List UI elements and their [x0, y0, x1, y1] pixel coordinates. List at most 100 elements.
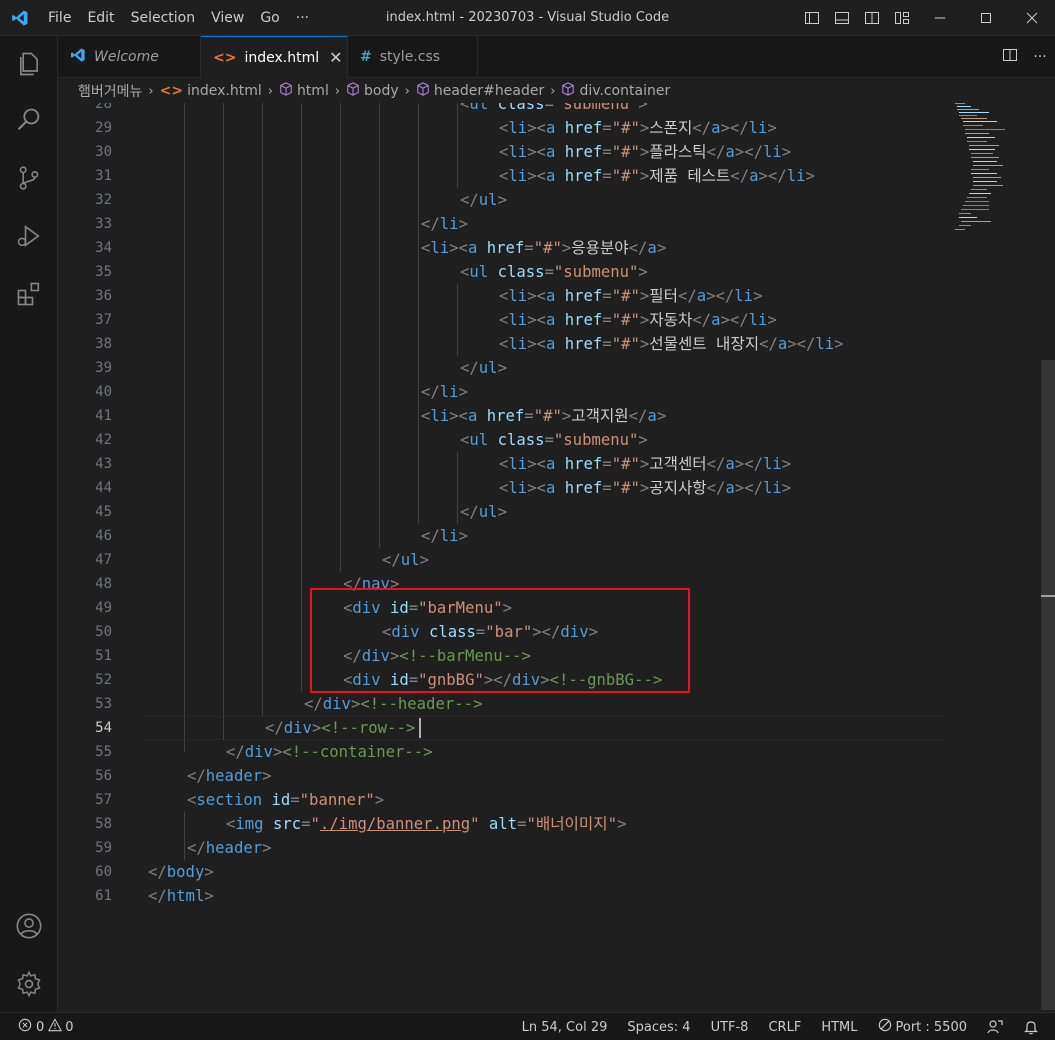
line-number: 56 — [95, 768, 112, 784]
code-line: <li><a href="#">선물센트 내장지</a></li> — [499, 335, 844, 353]
run-debug-icon[interactable] — [0, 212, 58, 260]
code-line: </div><!--container--> — [226, 743, 433, 761]
line-number: 32 — [95, 192, 112, 208]
chevron-right-icon: › — [148, 83, 154, 99]
minimize-icon[interactable] — [917, 0, 963, 36]
line-number: 44 — [95, 480, 112, 496]
line-number: 47 — [95, 552, 112, 568]
explorer-icon[interactable] — [0, 40, 58, 88]
code-line: <img src="./img/banner.png" alt="배너이미지"> — [226, 815, 627, 833]
problems-indicator[interactable]: 0 0 — [18, 1018, 74, 1036]
tab-welcome[interactable]: Welcome — [58, 36, 201, 78]
accounts-icon[interactable] — [0, 902, 58, 950]
maximize-icon[interactable] — [963, 0, 1009, 36]
line-number: 29 — [95, 120, 112, 136]
code-line: <li><a href="#">스폰지</a></li> — [499, 119, 777, 137]
extensions-icon[interactable] — [0, 270, 58, 318]
img-src-link[interactable]: ./img/banner.png — [320, 815, 470, 833]
encoding[interactable]: UTF-8 — [711, 1020, 749, 1035]
line-number: 38 — [95, 336, 112, 352]
chevron-right-icon: › — [334, 83, 341, 99]
line-number: 37 — [95, 312, 112, 328]
code-line: <li><a href="#">필터</a></li> — [499, 287, 763, 305]
close-tab-icon[interactable]: ✕ — [329, 48, 342, 67]
code-line: <li><a href="#">자동차</a></li> — [499, 311, 777, 329]
line-number: 57 — [95, 792, 112, 808]
highlight-annotation-box — [310, 588, 690, 693]
menu-selection[interactable]: Selection — [123, 0, 204, 36]
menu-bar: File Edit Selection View Go ··· — [40, 0, 317, 36]
scrollbar-cursor-marker — [1041, 595, 1055, 597]
breadcrumb-body[interactable]: body — [346, 82, 399, 100]
tab-style-css[interactable]: # style.css — [348, 36, 478, 78]
toggle-primary-sidebar-icon[interactable] — [797, 0, 827, 36]
menu-go[interactable]: Go — [252, 0, 287, 36]
breadcrumb-file[interactable]: <> index.html — [160, 83, 262, 99]
symbol-cube-icon — [561, 82, 575, 100]
customize-layout-icon[interactable] — [887, 0, 917, 36]
split-editor-icon[interactable] — [995, 47, 1025, 67]
code-line: </li> — [421, 215, 468, 233]
close-window-icon[interactable] — [1009, 0, 1055, 36]
editor-tab-bar: Welcome <> index.html ✕ # style.css ··· — [58, 36, 1055, 78]
breadcrumb-html-label: html — [296, 83, 329, 99]
chevron-right-icon: › — [404, 83, 410, 99]
chevron-right-icon: › — [550, 83, 556, 99]
line-number-current: 54 — [95, 720, 112, 736]
line-number: 28 — [95, 103, 112, 112]
menu-view[interactable]: View — [203, 0, 252, 36]
source-control-icon[interactable] — [0, 154, 58, 202]
settings-gear-icon[interactable] — [0, 960, 58, 1008]
breadcrumb-container[interactable]: div.container — [561, 82, 670, 100]
menu-more[interactable]: ··· — [288, 0, 317, 36]
end-of-line[interactable]: CRLF — [768, 1020, 801, 1035]
tab-index-html[interactable]: <> index.html ✕ — [201, 36, 348, 78]
breadcrumb-header[interactable]: header#header — [416, 82, 544, 100]
cursor-position[interactable]: Ln 54, Col 29 — [522, 1020, 608, 1035]
activity-bar — [0, 36, 58, 1012]
code-line: </body> — [148, 863, 214, 881]
code-lines: <ul class="submenu"> <li><a href="#">스폰지… — [144, 103, 954, 1012]
line-number: 49 — [95, 600, 112, 616]
toggle-secondary-sidebar-icon[interactable] — [857, 0, 887, 36]
breadcrumb-container-label: div.container — [579, 83, 671, 99]
breadcrumb-folder[interactable]: 햄버거메뉴 — [78, 81, 142, 101]
vscode-icon — [70, 47, 86, 67]
line-number: 30 — [95, 144, 112, 160]
port-label: Port : 5500 — [895, 1019, 968, 1035]
html-icon: <> — [159, 83, 184, 99]
menu-file[interactable]: File — [40, 0, 79, 36]
code-line: <ul class="submenu"> — [460, 263, 648, 281]
toggle-panel-icon[interactable] — [827, 0, 857, 36]
line-number-gutter: 28 29 30 31 32 33 34 35 36 37 38 39 40 4… — [58, 103, 120, 1012]
minimap[interactable] — [953, 103, 1043, 1012]
code-line: <ul class="submenu"> — [460, 103, 648, 113]
error-icon — [18, 1018, 32, 1036]
code-line: </html> — [148, 887, 214, 905]
notifications-bell-icon[interactable] — [1023, 1019, 1039, 1035]
code-editor[interactable]: 28 29 30 31 32 33 34 35 36 37 38 39 40 4… — [58, 103, 1055, 1012]
feedback-icon[interactable] — [987, 1019, 1003, 1035]
live-server-port[interactable]: Port : 5500 — [878, 1018, 968, 1036]
symbol-cube-icon — [416, 82, 430, 100]
line-number: 43 — [95, 456, 112, 472]
code-line: <li><a href="#">공지사항</a></li> — [499, 479, 792, 497]
chevron-right-icon: › — [267, 83, 273, 99]
indentation[interactable]: Spaces: 4 — [627, 1020, 690, 1035]
search-icon[interactable] — [0, 96, 58, 144]
breadcrumb-header-label: header#header — [433, 83, 545, 99]
breadcrumb-file-label: index.html — [187, 83, 262, 99]
error-count: 0 — [36, 1019, 45, 1035]
more-actions-icon[interactable]: ··· — [1025, 49, 1055, 65]
line-number: 40 — [95, 384, 112, 400]
breadcrumb-html[interactable]: html — [279, 82, 329, 100]
line-number: 42 — [95, 432, 112, 448]
line-number: 53 — [95, 696, 112, 712]
vertical-scrollbar[interactable] — [1041, 360, 1055, 1010]
code-line: </ul> — [460, 191, 507, 209]
language-mode[interactable]: HTML — [821, 1020, 857, 1035]
code-line: </ul> — [460, 503, 507, 521]
menu-edit[interactable]: Edit — [79, 0, 122, 36]
line-number: 61 — [95, 888, 112, 904]
code-line: <li><a href="#">응용분야</a> — [421, 239, 667, 257]
